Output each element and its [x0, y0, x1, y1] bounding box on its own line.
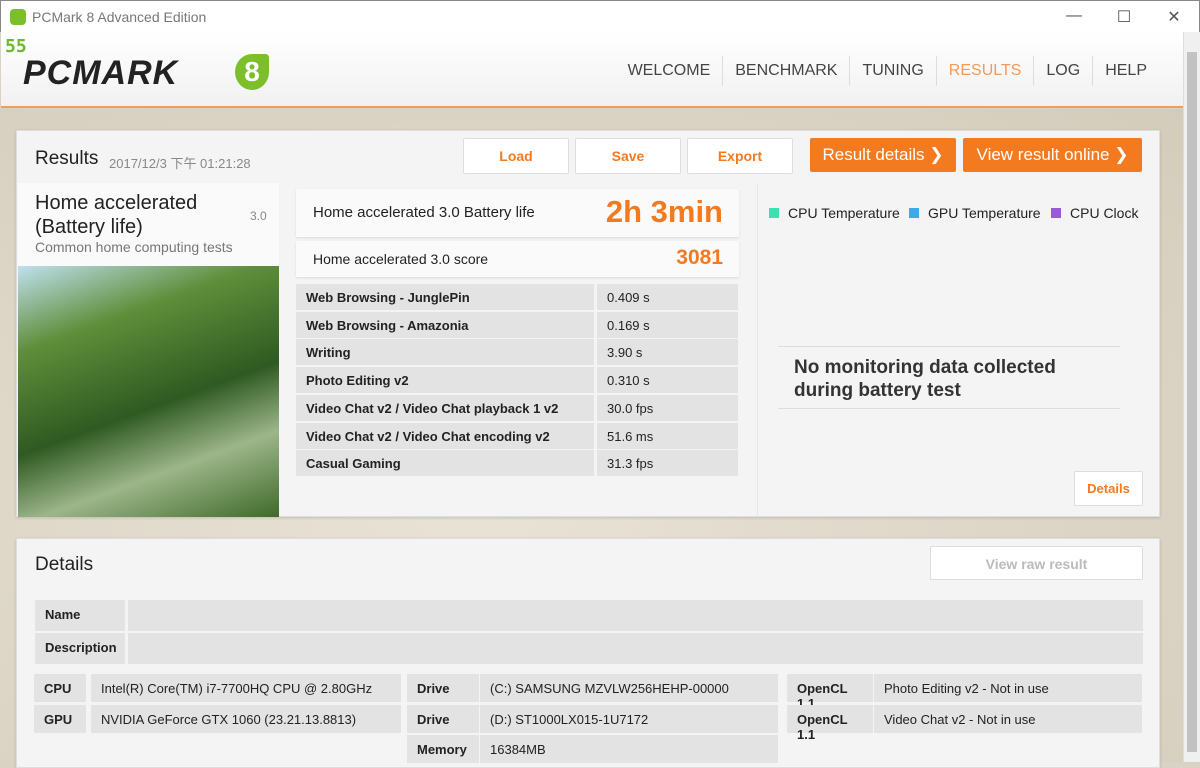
spec-label: Drive: [407, 704, 479, 733]
result-name: Casual Gaming: [296, 450, 594, 477]
results-timestamp: 2017/12/3 下午 01:21:28: [109, 156, 251, 171]
minimize-button[interactable]: —: [1059, 7, 1089, 25]
view-result-online-button[interactable]: View result online ❯: [963, 138, 1142, 172]
result-row: Video Chat v2 / Video Chat encoding v2 51…: [296, 422, 738, 449]
test-subtitle: Common home computing tests: [35, 239, 233, 255]
result-details-button[interactable]: Result details ❯: [810, 138, 956, 172]
result-row: Video Chat v2 / Video Chat playback 1 v2…: [296, 394, 738, 421]
legend-swatch: [769, 208, 779, 218]
details-panel: Details View raw result Name Description: [16, 538, 1160, 768]
legend-cpu-temp: CPU Temperature: [769, 205, 900, 221]
spec-label: Memory: [407, 735, 479, 763]
spec-label: Drive: [407, 674, 479, 702]
spec-label: GPU: [34, 704, 86, 733]
spec-value: Intel(R) Core(TM) i7-7700HQ CPU @ 2.80GH…: [91, 674, 401, 702]
result-value: 0.169 s: [597, 311, 738, 338]
legend-cpu-clock: CPU Clock: [1051, 205, 1138, 221]
result-name: Writing: [296, 339, 594, 366]
window-title: PCMark 8 Advanced Edition: [32, 9, 207, 25]
spec-label: OpenCL 1.1: [787, 704, 873, 742]
no-data-message: No monitoring data collected during batt…: [778, 346, 1120, 409]
spec-value: Photo Editing v2 - Not in use: [874, 674, 1142, 702]
spec-value: NVIDIA GeForce GTX 1060 (23.21.13.8813): [91, 704, 401, 733]
spec-value: (C:) SAMSUNG MZVLW256HEHP-00000: [480, 674, 778, 702]
save-button[interactable]: Save: [575, 138, 681, 174]
description-value: [128, 633, 1143, 664]
scrollbar-thumb[interactable]: [1187, 52, 1197, 752]
pcmark-logo: PCMARK: [23, 54, 179, 92]
name-value: [128, 600, 1143, 631]
details-button[interactable]: Details: [1074, 471, 1143, 506]
scrollbar[interactable]: [1183, 32, 1200, 762]
spec-value: Video Chat v2 - Not in use: [874, 704, 1142, 733]
result-name: Video Chat v2 / Video Chat playback 1 v2: [296, 394, 594, 421]
results-title: Results: [35, 148, 99, 169]
title-bar: PCMark 8 Advanced Edition — ☐ ✕: [0, 0, 1200, 32]
test-image-waterfall: [18, 266, 279, 517]
result-name: Photo Editing v2: [296, 367, 594, 394]
result-row: Casual Gaming 31.3 fps: [296, 450, 738, 477]
nav-log[interactable]: LOG: [1033, 56, 1092, 86]
result-value: 30.0 fps: [597, 394, 738, 421]
app-header: 55 PCMARK 8 WELCOME BENCHMARK TUNING RES…: [1, 32, 1183, 108]
nav-results[interactable]: RESULTS: [935, 56, 1034, 86]
description-label: Description: [35, 633, 125, 664]
result-name: Video Chat v2 / Video Chat encoding v2: [296, 422, 594, 449]
score-label: Home accelerated 3.0 score: [313, 251, 489, 267]
main-nav: WELCOME BENCHMARK TUNING RESULTS LOG HEL…: [616, 56, 1159, 86]
details-title: Details: [35, 554, 94, 575]
battery-label: Home accelerated 3.0 Battery life: [313, 204, 535, 221]
spec-value: (D:) ST1000LX015-1U7172: [480, 704, 778, 733]
battery-value: 2h 3min: [605, 194, 723, 229]
legend-label: CPU Temperature: [788, 205, 900, 221]
result-value: 31.3 fps: [597, 450, 738, 477]
result-name: Web Browsing - JunglePin: [296, 284, 594, 310]
result-row: Writing 3.90 s: [296, 339, 738, 366]
nav-tuning[interactable]: TUNING: [849, 56, 935, 86]
result-value: 51.6 ms: [597, 422, 738, 449]
legend-swatch: [909, 208, 919, 218]
result-row: Web Browsing - JunglePin 0.409 s: [296, 284, 738, 310]
name-label: Name: [35, 600, 125, 631]
nav-help[interactable]: HELP: [1092, 56, 1159, 86]
nav-benchmark[interactable]: BENCHMARK: [722, 56, 849, 86]
close-button[interactable]: ✕: [1159, 7, 1189, 27]
score-card: Home accelerated 3.0 score 3081: [296, 241, 739, 277]
maximize-button[interactable]: ☐: [1109, 7, 1139, 27]
battery-life-card: Home accelerated 3.0 Battery life 2h 3mi…: [296, 189, 739, 237]
result-row: Photo Editing v2 0.310 s: [296, 367, 738, 394]
export-button[interactable]: Export: [687, 138, 793, 174]
legend-gpu-temp: GPU Temperature: [909, 205, 1041, 221]
result-value: 0.310 s: [597, 367, 738, 394]
result-row: Web Browsing - Amazonia 0.169 s: [296, 311, 738, 338]
legend-label: CPU Clock: [1070, 205, 1139, 221]
test-version: 3.0: [250, 209, 267, 223]
legend-label: GPU Temperature: [928, 205, 1041, 221]
app-icon: [10, 9, 26, 25]
spec-label: OpenCL 1.1: [787, 674, 873, 711]
result-value: 3.90 s: [597, 339, 738, 366]
logo-leaf-icon: 8: [235, 54, 269, 90]
score-value: 3081: [676, 246, 723, 269]
spec-value: 16384MB: [480, 735, 778, 763]
spec-label: CPU: [34, 674, 86, 702]
legend-swatch: [1051, 208, 1061, 218]
result-value: 0.409 s: [597, 284, 738, 310]
load-button[interactable]: Load: [463, 138, 569, 174]
nav-welcome[interactable]: WELCOME: [616, 56, 723, 86]
result-name: Web Browsing - Amazonia: [296, 311, 594, 338]
test-name: Home accelerated (Battery life): [35, 192, 198, 238]
view-raw-result-button[interactable]: View raw result: [930, 546, 1143, 580]
